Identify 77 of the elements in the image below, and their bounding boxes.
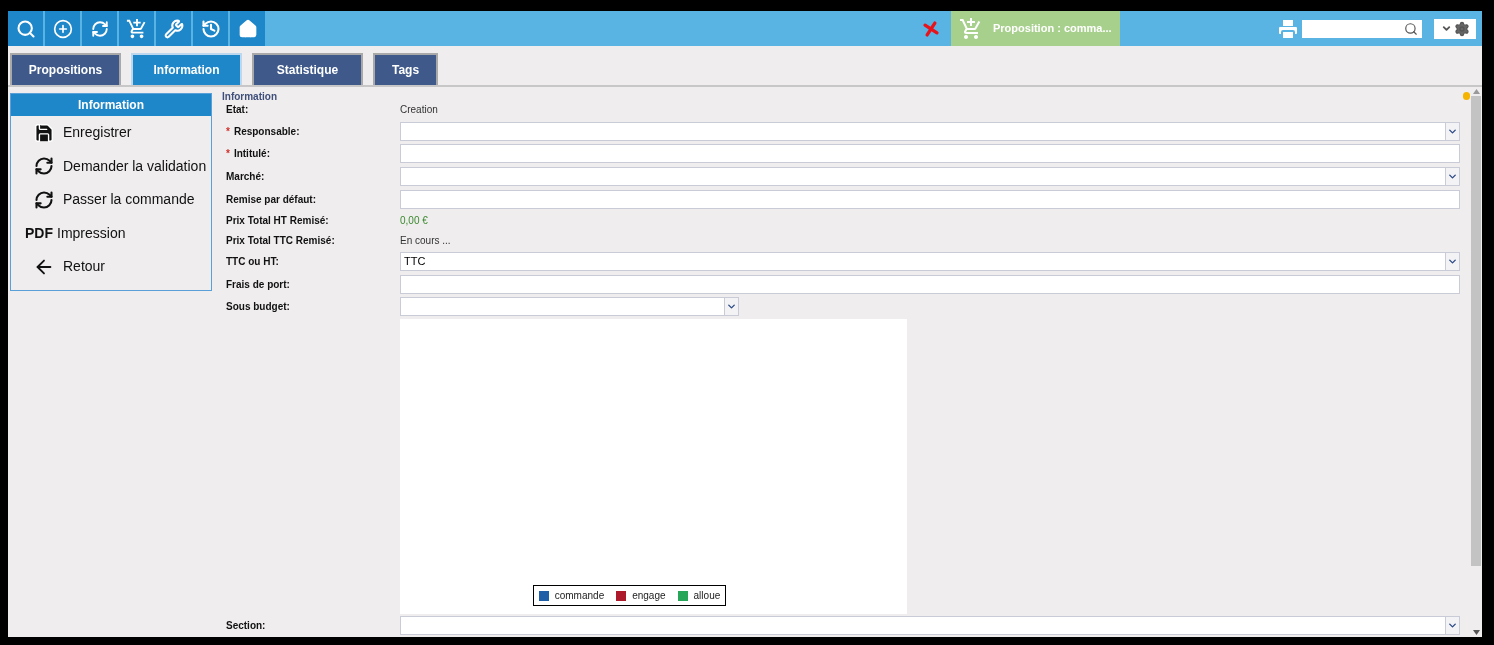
field-value: En cours ...: [400, 233, 451, 248]
sidebar-item[interactable]: Demander la validation: [11, 149, 211, 183]
sync-icon: [90, 19, 109, 38]
sync-icon: [33, 156, 55, 177]
label-text: Intitulé:: [233, 147, 270, 162]
settings-button[interactable]: [1434, 18, 1476, 39]
section-title: Information: [222, 90, 278, 104]
hint-icon: [1463, 92, 1470, 100]
legend-label: engage: [632, 589, 666, 604]
item-label: Passer la commande: [63, 190, 195, 210]
item-label: Impression: [57, 223, 126, 243]
caret-icon: [1440, 23, 1452, 34]
chevron-down-icon: [1447, 256, 1458, 267]
status-text: Proposition : comma...: [993, 21, 1112, 37]
required-asterisk: *: [226, 147, 230, 162]
label-text: Remise par défaut:: [226, 192, 317, 207]
item-label: Demander la validation: [63, 156, 207, 176]
item-label: Enregistrer: [63, 123, 132, 143]
dropdown-field[interactable]: [400, 121, 1460, 141]
dropdown-field[interactable]: [400, 616, 1460, 636]
sidebar-item[interactable]: Retour: [11, 250, 211, 284]
label-text: Prix Total HT Remisé:: [226, 214, 329, 228]
sidebar-item[interactable]: Enregistrer: [11, 116, 211, 150]
plus-circle-icon: [52, 18, 73, 39]
toolbar-button[interactable]: [156, 11, 191, 46]
input-field[interactable]: [400, 274, 1460, 294]
cart-plus-icon: [125, 17, 148, 40]
cart-plus-icon: [959, 16, 983, 41]
dropdown-button[interactable]: [1445, 253, 1459, 270]
label-text: Marché:: [226, 170, 265, 185]
label-text: Prix Total TTC Remisé:: [226, 233, 335, 248]
pdf-label: PDF: [25, 223, 53, 243]
sidebar-header: Information: [11, 94, 211, 116]
input-field[interactable]: [400, 189, 1460, 209]
label-text: Etat:: [226, 103, 249, 118]
dropdown-field[interactable]: [400, 297, 739, 317]
search-field[interactable]: [1302, 19, 1422, 38]
sidebar-item[interactable]: PDF Impression: [11, 216, 211, 250]
toolbar-button[interactable]: [119, 11, 154, 46]
search-icon: [15, 18, 36, 39]
label-text: TTC ou HT:: [226, 255, 279, 269]
settings-icon: [1453, 20, 1470, 37]
scroll-up-arrow-icon[interactable]: [1472, 89, 1480, 94]
toolbar-button[interactable]: [82, 11, 117, 46]
scroll-down-arrow-icon[interactable]: [1472, 630, 1480, 635]
scrollbar[interactable]: [1470, 87, 1482, 637]
tab[interactable]: Information: [131, 53, 242, 85]
dropdown-field[interactable]: TTC: [400, 252, 1460, 271]
dropdown-button[interactable]: [1445, 122, 1459, 140]
tab[interactable]: Statistique: [252, 53, 363, 85]
required-asterisk: *: [226, 124, 230, 139]
field-value: 0,00 €: [400, 214, 428, 228]
field-value: Creation: [400, 103, 438, 118]
dropdown-button[interactable]: [1445, 617, 1459, 635]
dropdown-field[interactable]: [400, 167, 1460, 187]
dropdown-button[interactable]: [724, 298, 738, 316]
label-text: Frais de port:: [226, 277, 290, 292]
tab[interactable]: Propositions: [10, 53, 121, 85]
label-text: Section:: [226, 619, 266, 634]
label-text: Sous budget:: [226, 300, 290, 315]
legend-label: commande: [554, 589, 605, 604]
legend-label: alloue: [693, 589, 721, 604]
label-text: Responsable:: [233, 124, 300, 139]
input-field[interactable]: [400, 144, 1460, 164]
toolbar-button[interactable]: [8, 11, 43, 46]
toolbar-button[interactable]: [193, 11, 228, 46]
home-icon: [237, 18, 258, 39]
sync-icon: [33, 189, 55, 210]
tab[interactable]: Tags: [373, 53, 438, 85]
toolbar-button[interactable]: [230, 11, 265, 46]
search-icon: [1404, 21, 1418, 36]
dropdown-button[interactable]: [1445, 168, 1459, 186]
item-label: Retour: [63, 257, 106, 277]
sidebar-item[interactable]: Passer la commande: [11, 183, 211, 217]
history-icon: [200, 18, 221, 39]
wrench-icon: [163, 18, 184, 39]
toolbar-button[interactable]: [45, 11, 80, 46]
